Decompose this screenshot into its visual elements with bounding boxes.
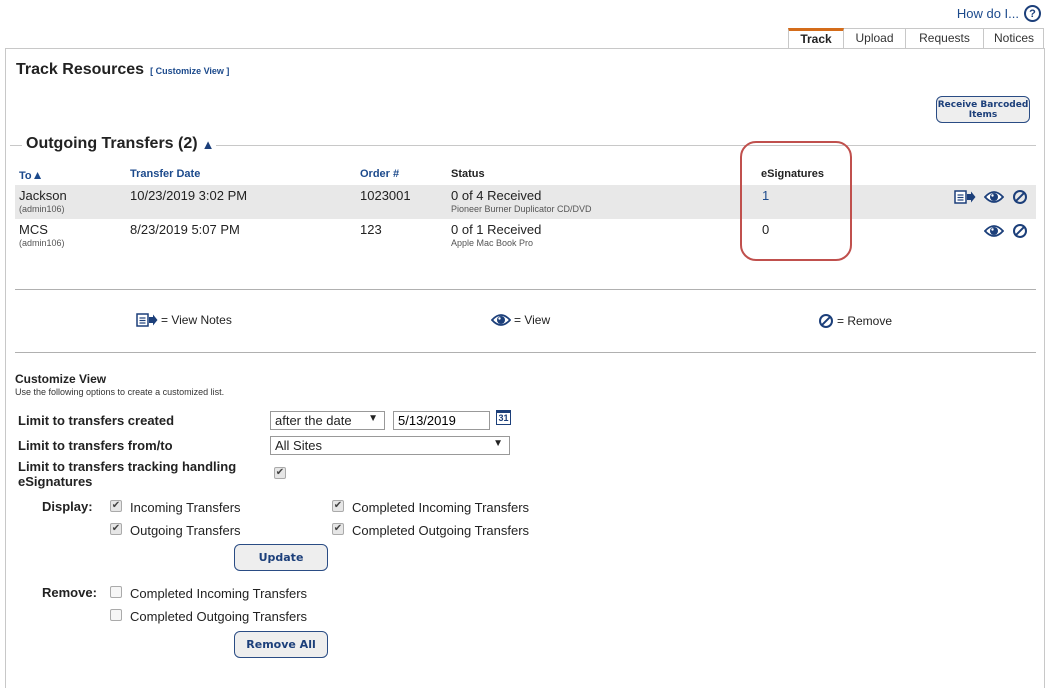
remove-completed-outgoing-label: Completed Outgoing Transfers	[130, 609, 308, 624]
row-status: 0 of 4 Received	[451, 188, 542, 203]
title-row: Track Resources [ Customize View ]	[16, 61, 229, 79]
row-actions	[954, 189, 1028, 210]
sort-ascending-icon: ▲	[31, 168, 44, 182]
row-status: 0 of 1 Received	[451, 222, 542, 237]
calendar-icon[interactable]: 31	[496, 410, 511, 425]
esig-filter-checkbox[interactable]: ✔	[274, 467, 286, 479]
tab-requests[interactable]: Requests	[906, 28, 984, 48]
column-header-transfer-date[interactable]: Transfer Date	[130, 168, 200, 180]
tab-track[interactable]: Track	[788, 28, 844, 48]
display-completed-outgoing-label: Completed Outgoing Transfers	[352, 523, 530, 538]
column-header-to[interactable]: To▲	[19, 168, 44, 182]
help-link-label: How do I...	[956, 6, 1019, 21]
display-incoming-label: Incoming Transfers	[130, 500, 241, 515]
remove-completed-incoming-label: Completed Incoming Transfers	[130, 586, 308, 601]
customize-view-title: Customize View	[15, 372, 107, 386]
row-to-sub: (admin106)	[19, 204, 65, 214]
display-completed-incoming-label: Completed Incoming Transfers	[352, 500, 530, 515]
view-eye-icon[interactable]	[983, 224, 1005, 243]
row-order: 1023001	[360, 188, 411, 203]
section-divider-left	[10, 145, 22, 146]
esig-filter-label-line2: eSignatures	[18, 474, 93, 489]
fromto-filter-value: All Sites	[275, 438, 322, 453]
update-button[interactable]: Update	[234, 544, 328, 571]
remove-completed-outgoing-checkbox[interactable]: ✔	[110, 609, 122, 621]
remove-icon[interactable]	[1012, 189, 1028, 210]
legend-remove: = Remove	[818, 313, 892, 329]
legend-remove-label: = Remove	[837, 314, 893, 328]
table-row: MCS (admin106) 8/23/2019 5:07 PM 123 0 o…	[15, 219, 1036, 253]
display-completed-outgoing-checkbox[interactable]: ✔	[332, 523, 344, 535]
view-notes-icon[interactable]	[954, 190, 976, 209]
table-row: Jackson (admin106) 10/23/2019 3:02 PM 10…	[15, 185, 1036, 219]
tab-upload[interactable]: Upload	[844, 28, 906, 48]
view-notes-icon	[136, 313, 158, 327]
row-actions	[983, 223, 1028, 244]
display-completed-incoming-checkbox[interactable]: ✔	[332, 500, 344, 512]
row-to-sub: (admin106)	[19, 238, 65, 248]
remove-completed-incoming-checkbox[interactable]: ✔	[110, 586, 122, 598]
question-circle-icon[interactable]: ?	[1024, 5, 1041, 22]
fromto-filter-label: Limit to transfers from/to	[18, 438, 173, 453]
view-eye-icon	[491, 314, 511, 326]
legend-view-label: = View	[514, 313, 551, 327]
legend-view: = View	[491, 313, 550, 327]
row-order: 123	[360, 222, 382, 237]
remove-all-button[interactable]: Remove All	[234, 631, 328, 658]
row-status-sub: Pioneer Burner Duplicator CD/DVD	[451, 204, 592, 214]
section-divider-right	[216, 145, 1036, 146]
created-filter-select[interactable]: after the date ▼	[270, 411, 385, 430]
divider	[15, 352, 1036, 353]
created-date-input[interactable]	[393, 411, 490, 430]
fromto-filter-select[interactable]: All Sites ▼	[270, 436, 510, 455]
collapse-triangle-icon[interactable]: ▲	[202, 137, 215, 152]
created-filter-value: after the date	[275, 413, 352, 428]
column-header-to-label: To	[19, 170, 32, 182]
display-label: Display:	[42, 499, 93, 514]
row-transfer-date: 8/23/2019 5:07 PM	[130, 222, 240, 237]
outgoing-transfers-title[interactable]: Outgoing Transfers (2) ▲	[26, 135, 214, 153]
row-to: MCS	[19, 222, 48, 237]
esig-filter-label-line1: Limit to transfers tracking handling	[18, 459, 237, 474]
receive-button-line1: Receive Barcoded	[937, 100, 1029, 110]
divider	[15, 289, 1036, 290]
section-title-text: Outgoing Transfers (2)	[26, 135, 198, 152]
row-esignatures: 0	[762, 222, 770, 237]
remove-icon	[819, 314, 833, 328]
main-panel: Track Resources [ Customize View ] Recei…	[5, 48, 1045, 688]
dropdown-arrow-icon: ▼	[493, 438, 503, 449]
display-incoming-checkbox[interactable]: ✔	[110, 500, 122, 512]
legend-view-notes: = View Notes	[136, 313, 232, 327]
remove-icon[interactable]	[1012, 223, 1028, 244]
display-outgoing-label: Outgoing Transfers	[130, 523, 241, 538]
row-to: Jackson	[19, 188, 67, 203]
page-title: Track Resources	[16, 61, 145, 78]
esig-filter-label: Limit to transfers tracking handling eSi…	[18, 459, 236, 489]
row-status-sub: Apple Mac Book Pro	[451, 238, 534, 248]
tab-bar: Track Upload Requests Notices	[788, 28, 1044, 48]
receive-barcoded-items-button[interactable]: Receive Barcoded Items	[936, 96, 1030, 123]
legend-view-notes-label: = View Notes	[161, 313, 232, 327]
column-header-esignatures: eSignatures	[761, 168, 824, 180]
tab-notices[interactable]: Notices	[984, 28, 1044, 48]
customize-view-subtitle: Use the following options to create a cu…	[15, 387, 225, 397]
column-header-status: Status	[451, 168, 485, 180]
view-eye-icon[interactable]	[983, 190, 1005, 209]
row-transfer-date: 10/23/2019 3:02 PM	[130, 188, 248, 203]
display-outgoing-checkbox[interactable]: ✔	[110, 523, 122, 535]
help-link[interactable]: How do I... ?	[957, 5, 1041, 22]
row-esignatures[interactable]: 1	[762, 188, 769, 203]
outgoing-transfers-header: Outgoing Transfers (2) ▲	[6, 135, 1036, 155]
customize-view-link[interactable]: [ Customize View ]	[150, 66, 229, 76]
remove-label: Remove:	[42, 585, 97, 600]
column-header-order[interactable]: Order #	[360, 168, 399, 180]
receive-button-line2: Items	[968, 110, 998, 120]
dropdown-arrow-icon: ▼	[368, 413, 378, 424]
created-filter-label: Limit to transfers created	[18, 413, 175, 428]
